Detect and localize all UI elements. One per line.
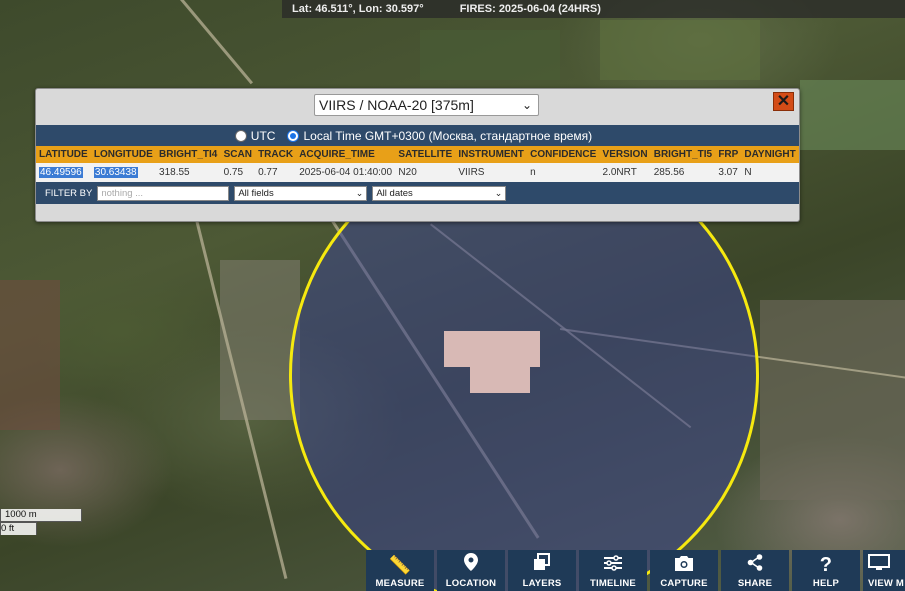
table-row: 46.49596 30.63438 318.55 0.75 0.77 2025-… — [36, 163, 799, 182]
cell-confidence: n — [527, 163, 600, 182]
column-header: INSTRUMENT — [455, 146, 528, 163]
column-header: BRIGHT_TI5 — [650, 146, 716, 163]
column-header: TRACK — [255, 146, 297, 163]
scale-imperial: 0 ft — [0, 522, 37, 535]
map-field — [0, 280, 60, 430]
map-road — [180, 0, 254, 85]
fires-date-label: FIRES: 2025-06-04 (24HRS) — [459, 3, 601, 15]
cell-latitude[interactable]: 46.49596 — [36, 163, 91, 182]
column-header: BRIGHT_TI4 — [156, 146, 221, 163]
sensor-select-value: VIIRS / NOAA-20 [375m] — [319, 97, 474, 113]
selected-text[interactable]: 30.63438 — [93, 167, 138, 178]
cursor-coordinates: Lat: 46.511°, Lon: 30.597° — [292, 3, 424, 15]
help-button[interactable]: ? HELP — [792, 550, 860, 591]
filter-dates-value: All dates — [376, 187, 413, 199]
close-button[interactable]: ✕ — [773, 92, 794, 111]
column-header: SCAN — [220, 146, 256, 163]
cell-track: 0.77 — [255, 163, 297, 182]
filter-fields-value: All fields — [238, 187, 274, 199]
scale-metric: 1000 m — [0, 509, 82, 522]
bottom-toolbar: 📏 MEASURE LOCATION LAYERS TIMELINE CAPTU… — [366, 550, 905, 591]
help-icon: ? — [819, 554, 833, 576]
share-icon — [747, 554, 763, 575]
share-label: SHARE — [737, 578, 773, 589]
layers-button[interactable]: LAYERS — [508, 550, 576, 591]
status-bar: Lat: 46.511°, Lon: 30.597° FIRES: 2025-0… — [282, 0, 905, 18]
cell-instrument: VIIRS — [455, 163, 528, 182]
timeline-label: TIMELINE — [590, 578, 636, 589]
map-field — [600, 20, 760, 80]
utc-radio[interactable] — [234, 129, 247, 142]
popup-header: VIIRS / NOAA-20 [375m] ⌄ ✕ — [36, 89, 799, 125]
filter-dates-select[interactable]: All dates ⌄ — [372, 185, 507, 201]
map-scale-bar: 1000 m 0 ft — [0, 509, 82, 535]
cell-bright-ti5: 285.56 — [650, 163, 716, 182]
cell-bright-ti4: 318.55 — [156, 163, 221, 182]
sliders-icon — [604, 555, 622, 575]
fire-pixel[interactable] — [444, 331, 540, 367]
column-header: FRP — [715, 146, 742, 163]
cell-scan: 0.75 — [220, 163, 256, 182]
cell-satellite: N20 — [395, 163, 456, 182]
utc-label[interactable]: UTC — [251, 129, 276, 143]
table-header-row: LATITUDE LONGITUDE BRIGHT_TI4 SCAN TRACK… — [36, 146, 799, 163]
time-mode-selector: UTC Local Time GMT+0300 (Москва, стандар… — [36, 125, 799, 146]
column-header: CONFIDENCE — [527, 146, 600, 163]
ruler-icon: 📏 — [388, 555, 412, 575]
column-header: LATITUDE — [36, 146, 91, 163]
column-header: DAYNIGHT — [741, 146, 799, 163]
local-time-radio[interactable] — [287, 129, 300, 142]
location-button[interactable]: LOCATION — [437, 550, 505, 591]
monitor-icon — [868, 554, 890, 575]
filter-fields-select[interactable]: All fields ⌄ — [234, 185, 368, 201]
fire-info-popup: VIIRS / NOAA-20 [375m] ⌄ ✕ UTC Local Tim… — [35, 88, 800, 222]
cell-version: 2.0NRT — [599, 163, 651, 182]
fire-attributes-table: LATITUDE LONGITUDE BRIGHT_TI4 SCAN TRACK… — [36, 146, 799, 182]
filter-text-input[interactable]: nothing ... — [97, 185, 230, 201]
filter-bar: FILTER BY nothing ... All fields ⌄ All d… — [36, 182, 799, 204]
view-mode-label: VIEW M — [868, 578, 905, 589]
map-field — [800, 80, 905, 150]
map-field — [760, 300, 905, 500]
camera-icon — [675, 555, 693, 575]
selected-text[interactable]: 46.49596 — [39, 167, 83, 178]
chevron-down-icon: ⌄ — [521, 98, 532, 112]
timeline-button[interactable]: TIMELINE — [579, 550, 647, 591]
column-header: VERSION — [599, 146, 651, 163]
capture-button[interactable]: CAPTURE — [650, 550, 718, 591]
view-mode-button[interactable]: VIEW M — [863, 550, 905, 591]
help-label: HELP — [812, 578, 840, 589]
cell-acquire-time: 2025-06-04 01:40:00 — [296, 163, 396, 182]
column-header: LONGITUDE — [90, 146, 157, 163]
layers-label: LAYERS — [522, 578, 562, 589]
column-header: ACQUIRE_TIME — [296, 146, 396, 163]
layers-icon — [533, 553, 551, 575]
cell-frp: 3.07 — [715, 163, 742, 182]
local-time-label[interactable]: Local Time GMT+0300 (Москва, стандартное… — [303, 129, 592, 143]
measure-label: MEASURE — [375, 578, 425, 589]
capture-label: CAPTURE — [660, 578, 708, 589]
filter-label: FILTER BY — [45, 187, 93, 199]
cell-daynight: N — [741, 163, 799, 182]
map-field — [220, 260, 300, 420]
location-label: LOCATION — [445, 578, 497, 589]
pin-icon — [464, 553, 478, 575]
column-header: SATELLITE — [395, 146, 456, 163]
sensor-select[interactable]: VIIRS / NOAA-20 [375m] ⌄ — [314, 94, 539, 116]
map-field — [420, 30, 560, 80]
share-button[interactable]: SHARE — [721, 550, 789, 591]
fire-pixel[interactable] — [470, 364, 530, 393]
cell-longitude[interactable]: 30.63438 — [90, 163, 157, 182]
measure-button[interactable]: 📏 MEASURE — [366, 550, 434, 591]
chevron-down-icon: ⌄ — [494, 187, 503, 198]
chevron-down-icon: ⌄ — [355, 187, 364, 198]
